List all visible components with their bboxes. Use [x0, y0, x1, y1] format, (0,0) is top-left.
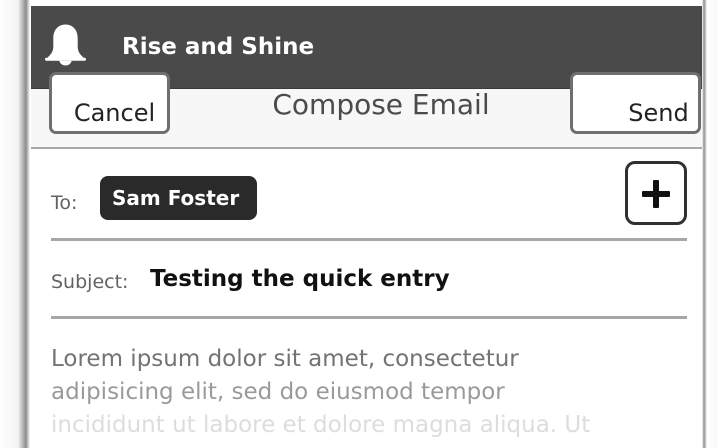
email-compose-screen: Rise and Shine Cancel Compose Email Send…	[31, 6, 702, 448]
subject-value[interactable]: Testing the quick entry	[150, 265, 450, 294]
compose-title: Compose Email	[272, 89, 490, 121]
cancel-button[interactable]: Cancel	[49, 72, 170, 134]
send-button[interactable]: Send	[570, 72, 701, 134]
subject-label: Subject:	[51, 271, 129, 293]
device-right-edge	[702, 0, 717, 448]
subject-row[interactable]: Subject: Testing the quick entry	[31, 241, 702, 316]
app-title: Rise and Shine	[122, 34, 315, 60]
message-body[interactable]: Lorem ipsum dolor sit amet, consectetur …	[51, 343, 685, 448]
recipient-chip[interactable]: Sam Foster	[100, 176, 257, 220]
message-line: incididunt ut labore et dolore magna ali…	[51, 412, 591, 438]
compose-toolbar: Cancel Compose Email Send	[31, 72, 702, 149]
device-left-edge	[0, 0, 31, 448]
add-recipient-button[interactable]	[625, 161, 687, 225]
compose-form: To: Sam Foster Subject: Testing the quic…	[31, 149, 702, 448]
device-frame: Rise and Shine Cancel Compose Email Send…	[0, 0, 717, 448]
recipient-row: To: Sam Foster	[31, 149, 702, 238]
bell-icon	[45, 24, 86, 66]
message-line: Lorem ipsum dolor sit amet, consectetur	[51, 346, 519, 372]
to-label: To:	[51, 192, 78, 214]
message-line: adipisicing elit, sed do eiusmod tempor	[51, 379, 505, 405]
divider	[51, 316, 687, 319]
plus-icon	[642, 180, 670, 208]
